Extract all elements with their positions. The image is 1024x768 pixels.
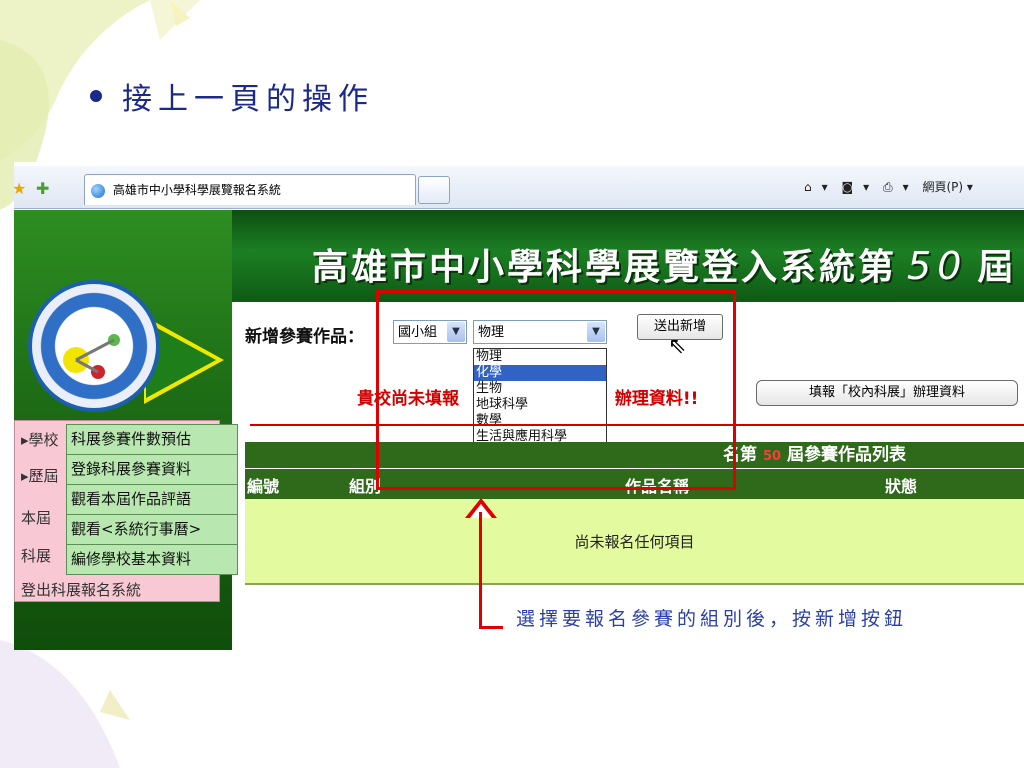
menu-item-history[interactable]: ▸歷屆 bbox=[21, 465, 59, 486]
bullet-icon bbox=[90, 90, 102, 102]
annotation-arrow-line bbox=[479, 512, 482, 628]
annotation-arrow-base bbox=[479, 626, 503, 629]
feeds-icon[interactable]: ◙ bbox=[841, 180, 853, 194]
header-edition: 50 bbox=[907, 244, 968, 288]
popup-item-comments[interactable]: 觀看本屆作品評語 bbox=[67, 485, 237, 515]
annotation-text: 選擇要報名參賽的組別後，按新增按鈕 bbox=[516, 608, 908, 630]
page-menu[interactable]: 網頁(P) ▾ bbox=[922, 180, 972, 194]
highlight-box bbox=[376, 290, 736, 490]
logout-link[interactable]: 登出科展報名系統 bbox=[21, 579, 141, 600]
popup-item-school-info[interactable]: 編修學校基本資料 bbox=[67, 545, 237, 574]
slide-title: 接上一頁的操作 bbox=[90, 74, 374, 118]
entries-table-body: 尚未報名任何項目 bbox=[245, 499, 1024, 585]
header-suffix: 屆 bbox=[977, 247, 1017, 288]
popup-item-register[interactable]: 登錄科展參賽資料 bbox=[67, 455, 237, 485]
empty-table-message: 尚未報名任何項目 bbox=[574, 533, 695, 551]
slide-title-text: 接上一頁的操作 bbox=[122, 82, 374, 117]
menu-item-fair[interactable]: 科展 bbox=[21, 545, 51, 566]
feeds-dropdown[interactable]: ▾ bbox=[863, 180, 869, 194]
new-entry-label: 新增參賽作品： bbox=[245, 327, 364, 347]
home-dropdown[interactable]: ▾ bbox=[822, 180, 828, 194]
site-header-title: 高雄市中小學科學展覽登入系統第 50 屆 bbox=[312, 238, 1016, 290]
popup-item-calendar[interactable]: 觀看<系統行事曆> bbox=[67, 515, 237, 545]
logo-atom-icon bbox=[63, 334, 120, 379]
favorites-star-icon[interactable]: ★ bbox=[14, 179, 26, 198]
print-dropdown[interactable]: ▾ bbox=[903, 180, 909, 194]
browser-tab-bar: ★ ✚ 高雄市中小學科學展覽報名系統 ⌂ ▾ ◙ ▾ ⎙ ▾ 網頁(P) ▾ bbox=[14, 166, 1024, 209]
menu-item-school[interactable]: ▸學校 bbox=[21, 429, 59, 450]
add-favorite-icon[interactable]: ✚ bbox=[36, 179, 49, 198]
header-title-text: 高雄市中小學科學展覽登入系統第 bbox=[312, 247, 898, 288]
browser-tab[interactable]: 高雄市中小學科學展覽報名系統 bbox=[84, 174, 416, 205]
popup-item-estimate[interactable]: 科展參賽件數預估 bbox=[67, 425, 237, 455]
col-header-status: 狀態 bbox=[885, 477, 918, 496]
home-icon[interactable]: ⌂ bbox=[804, 180, 812, 194]
new-tab-button[interactable] bbox=[418, 176, 450, 204]
menu-item-current[interactable]: 本屆 bbox=[21, 507, 51, 528]
col-header-id: 編號 bbox=[247, 477, 280, 496]
ie-page-icon bbox=[91, 183, 105, 198]
report-fair-button[interactable]: 填報「校內科展」辦理資料 bbox=[756, 380, 1018, 406]
browser-command-bar: ⌂ ▾ ◙ ▾ ⎙ ▾ 網頁(P) ▾ bbox=[804, 178, 983, 195]
print-icon[interactable]: ⎙ bbox=[883, 180, 893, 194]
table-title-suffix: 屆參賽作品列表 bbox=[786, 445, 906, 465]
browser-tab-title: 高雄市中小學科學展覽報名系統 bbox=[112, 183, 281, 197]
table-title-edition: 50 bbox=[762, 449, 782, 464]
sidebar-popup-menu: 科展參賽件數預估 登錄科展參賽資料 觀看本屆作品評語 觀看<系統行事曆> 編修學… bbox=[66, 424, 238, 575]
